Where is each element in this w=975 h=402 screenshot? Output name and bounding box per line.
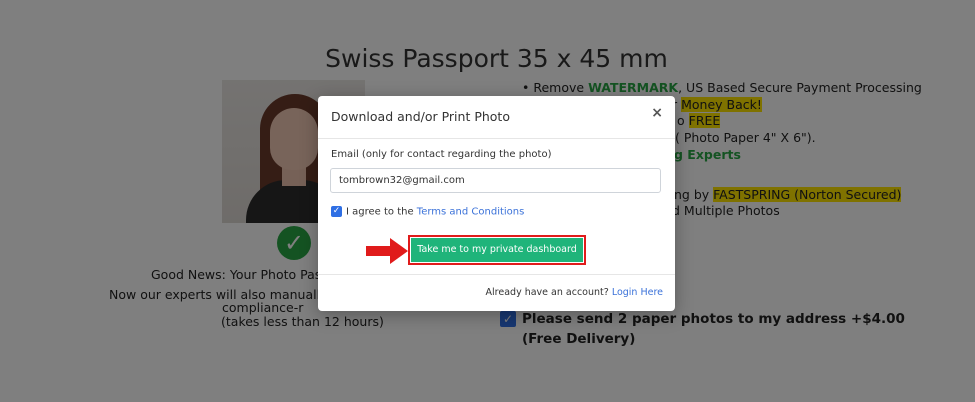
modal-title: Download and/or Print Photo [331, 109, 510, 124]
close-icon[interactable]: × [651, 105, 663, 121]
terms-checkbox[interactable]: ✓ [331, 206, 342, 217]
terms-link[interactable]: Terms and Conditions [417, 207, 525, 218]
modal-footer: Already have an account? Login Here [318, 274, 675, 312]
email-label: Email (only for contact regarding the ph… [331, 149, 552, 160]
footer-text: Already have an account? [485, 287, 612, 298]
arrow-right-icon [366, 238, 408, 264]
login-prompt: Already have an account? Login Here [486, 287, 663, 298]
modal-header: Download and/or Print Photo × [318, 96, 675, 139]
download-modal: Download and/or Print Photo × Email (onl… [318, 96, 675, 311]
dashboard-button[interactable]: Take me to my private dashboard [411, 238, 583, 262]
agree-text: I agree to the [346, 206, 417, 218]
login-link[interactable]: Login Here [612, 287, 663, 298]
terms-agreement[interactable]: ✓ I agree to the Terms and Conditions [331, 206, 524, 218]
cta-highlight: Take me to my private dashboard [408, 235, 586, 265]
email-field[interactable] [330, 168, 661, 193]
